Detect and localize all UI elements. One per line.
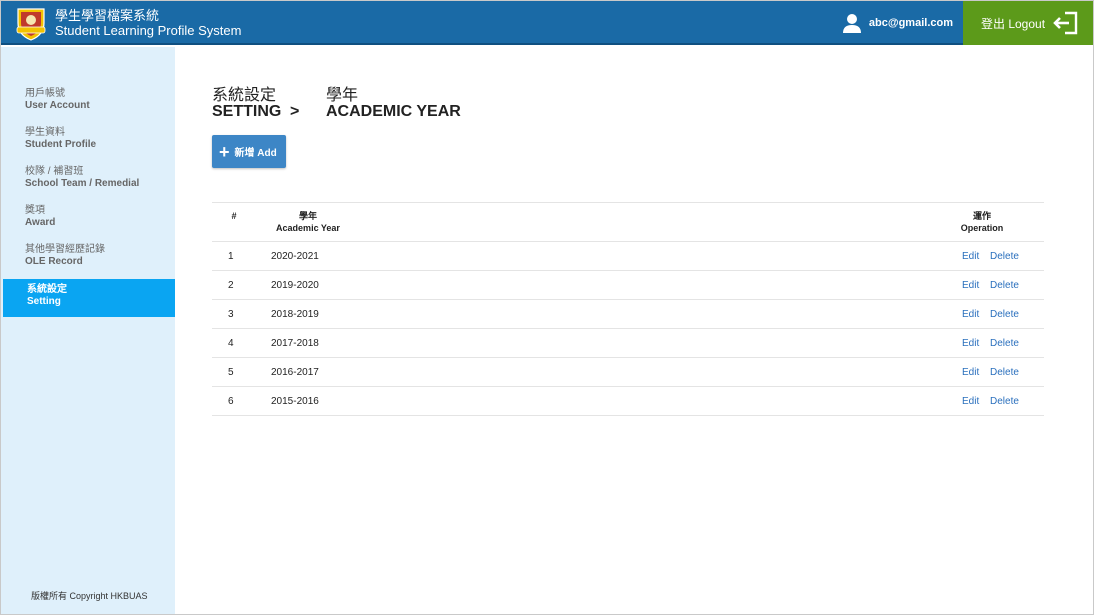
column-header-operation-en: Operation [960,223,1004,233]
row-academic-year: 2016-2017 [271,367,319,378]
sidebar-item-label-zh: 用戶帳號 [25,88,65,99]
sidebar-item-label-en: User Account [25,100,90,111]
table-header: # 學年 Academic Year 運作 Operation [212,202,1044,242]
breadcrumb-separator: > [290,103,300,120]
sidebar-item-label-en: OLE Record [25,256,83,267]
edit-link[interactable]: Edit [962,280,979,291]
logout-button[interactable]: 登出 Logout [963,1,1093,45]
table-row: 4 2017-2018 Edit Delete [212,329,1044,358]
sidebar-item-setting[interactable]: 系統設定 Setting [3,279,175,317]
column-header-academic-year-zh: 學年 [298,211,317,221]
sidebar: 用戶帳號 User Account 學生資料 Student Profile 校… [1,47,175,614]
table-row: 1 2020-2021 Edit Delete [212,242,1044,271]
user-email: abc@gmail.com [868,17,953,29]
row-academic-year: 2015-2016 [271,396,319,407]
school-crest-logo [16,8,46,41]
sidebar-item-label-zh: 獎項 [25,205,45,216]
edit-link[interactable]: Edit [962,251,979,262]
table-row: 5 2016-2017 Edit Delete [212,358,1044,387]
delete-link[interactable]: Delete [990,280,1019,291]
sidebar-item-label-zh: 校隊 / 補習班 [25,166,84,177]
copyright-text: 版權所有 Copyright HKBUAS [31,591,148,601]
delete-link[interactable]: Delete [990,309,1019,320]
sidebar-item-label-zh: 其他學習經歷記錄 [25,244,105,255]
row-academic-year: 2020-2021 [271,251,319,262]
plus-icon: + [219,141,230,162]
sidebar-item-label-en: Student Profile [25,139,97,150]
delete-link[interactable]: Delete [990,338,1019,349]
row-number: 1 [228,251,234,262]
user-icon [842,14,861,33]
app-title-en: Student Learning Profile System [55,23,242,38]
delete-link[interactable]: Delete [990,251,1019,262]
table-row: 3 2018-2019 Edit Delete [212,300,1044,329]
edit-link[interactable]: Edit [962,396,979,407]
column-header-academic-year-en: Academic Year [276,223,340,233]
delete-link[interactable]: Delete [990,396,1019,407]
academic-year-table: # 學年 Academic Year 運作 Operation 1 2020-2… [212,202,1044,416]
breadcrumb-current-zh: 學年 [326,87,359,104]
page-title: ACADEMIC YEAR [326,103,461,120]
add-academic-year-button[interactable]: + 新增 Add [212,135,286,168]
edit-link[interactable]: Edit [962,367,979,378]
breadcrumb-parent-zh[interactable]: 系統設定 [212,81,276,105]
logout-label: 登出 Logout [981,16,1046,31]
column-header-number: # [231,211,237,221]
logout-icon [1053,11,1078,35]
row-number: 5 [228,367,234,378]
sidebar-item-ole-record[interactable]: 其他學習經歷記錄 OLE Record [1,239,173,277]
add-button-label: 新增 Add [234,148,277,159]
sidebar-item-label-zh: 學生資料 [25,127,65,138]
sidebar-item-label-zh: 系統設定 [27,284,67,295]
sidebar-item-label-en: Award [25,217,56,228]
table-row: 2 2019-2020 Edit Delete [212,271,1044,300]
delete-link[interactable]: Delete [990,367,1019,378]
edit-link[interactable]: Edit [962,338,979,349]
row-academic-year: 2019-2020 [271,280,319,291]
column-header-operation: 運作 Operation [952,210,1012,234]
row-number: 3 [228,309,234,320]
top-bar: 學生學習檔案系統 Student Learning Profile System… [1,1,1093,45]
column-header-academic-year: 學年 Academic Year [270,210,346,234]
app-title-zh: 學生學習檔案系統 [55,8,160,23]
edit-link[interactable]: Edit [962,309,979,320]
app-title: 學生學習檔案系統 Student Learning Profile System [55,8,241,38]
sidebar-item-school-team[interactable]: 校隊 / 補習班 School Team / Remedial [1,161,173,199]
sidebar-item-label-en: School Team / Remedial [25,178,140,189]
table-row: 6 2015-2016 Edit Delete [212,387,1044,416]
sidebar-item-label-en: Setting [27,296,61,307]
user-menu[interactable]: abc@gmail.com [842,1,953,45]
column-header-operation-zh: 運作 [972,211,991,221]
sidebar-item-user-account[interactable]: 用戶帳號 User Account [1,83,173,121]
row-academic-year: 2017-2018 [271,338,319,349]
row-number: 6 [228,396,234,407]
row-academic-year: 2018-2019 [271,309,319,320]
breadcrumb-parent-en[interactable]: SETTING [212,103,281,121]
sidebar-item-award[interactable]: 獎項 Award [1,200,173,238]
row-number: 4 [228,338,234,349]
sidebar-item-student-profile[interactable]: 學生資料 Student Profile [1,122,173,160]
row-number: 2 [228,280,234,291]
